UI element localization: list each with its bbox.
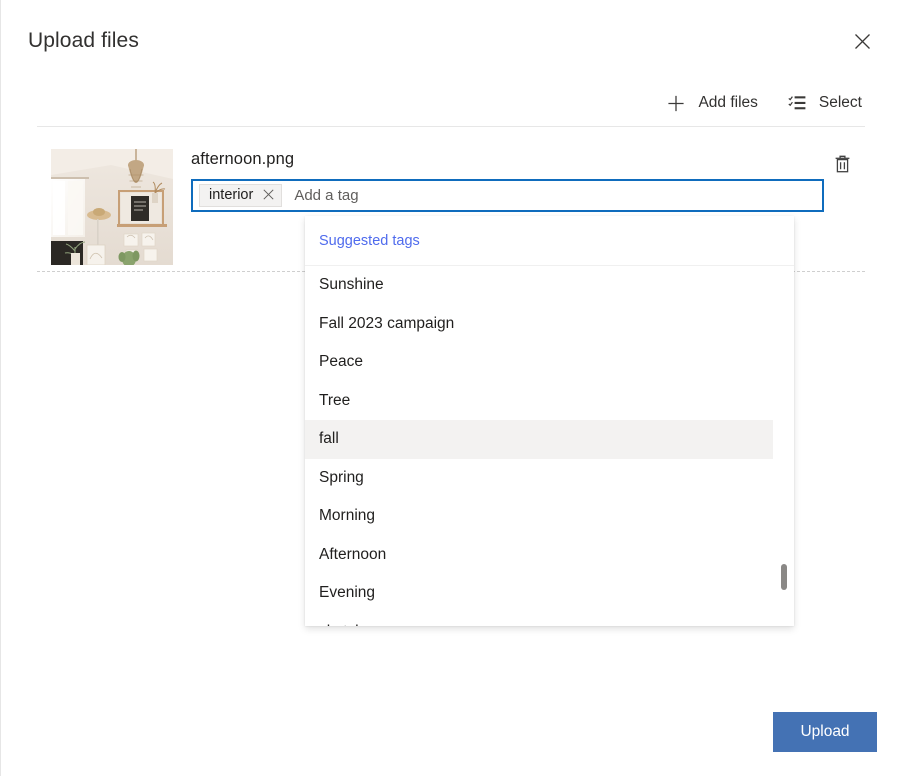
list-item[interactable]: Tree [305, 382, 773, 421]
remove-tag-button[interactable] [257, 185, 279, 206]
trash-icon [834, 154, 851, 176]
file-details: afternoon.png interior [191, 141, 865, 212]
file-name: afternoon.png [191, 141, 865, 170]
suggested-tags-header: Suggested tags [305, 216, 794, 266]
page-title: Upload files [28, 27, 139, 55]
add-tag-input[interactable] [282, 181, 818, 210]
add-files-label: Add files [698, 93, 757, 113]
tag-pill: interior [199, 184, 282, 207]
upload-files-dialog: Upload files Add files [0, 0, 900, 776]
tag-input-field[interactable]: interior [191, 179, 824, 212]
list-item[interactable]: Morning [305, 497, 773, 536]
plus-icon [667, 94, 685, 112]
suggested-tags-list: Sunshine Fall 2023 campaign Peace Tree f… [305, 266, 794, 626]
command-bar: Add files Select [665, 85, 864, 121]
delete-file-button[interactable] [827, 150, 857, 180]
header-divider [37, 126, 865, 127]
tag-pill-label: interior [209, 185, 257, 206]
list-item[interactable]: sketch [305, 613, 773, 627]
close-icon [854, 33, 871, 50]
dialog-header: Upload files [1, 0, 900, 84]
list-item[interactable]: Evening [305, 574, 773, 613]
list-item[interactable]: Fall 2023 campaign [305, 305, 773, 344]
list-item[interactable]: Peace [305, 343, 773, 382]
close-icon [263, 188, 274, 203]
add-files-button[interactable]: Add files [665, 89, 759, 117]
select-label: Select [819, 93, 862, 113]
suggested-tags-dropdown: Suggested tags Sunshine Fall 2023 campai… [305, 216, 794, 626]
scrollbar-thumb[interactable] [781, 564, 787, 590]
upload-button[interactable]: Upload [773, 712, 877, 752]
list-item[interactable]: Sunshine [305, 266, 773, 305]
list-item[interactable]: fall [305, 420, 773, 459]
close-button[interactable] [845, 24, 879, 58]
file-thumbnail [51, 149, 173, 265]
list-item[interactable]: Afternoon [305, 536, 773, 575]
list-item[interactable]: Spring [305, 459, 773, 498]
checklist-icon [788, 94, 806, 112]
scrollbar[interactable] [780, 267, 788, 625]
select-button[interactable]: Select [786, 89, 864, 117]
